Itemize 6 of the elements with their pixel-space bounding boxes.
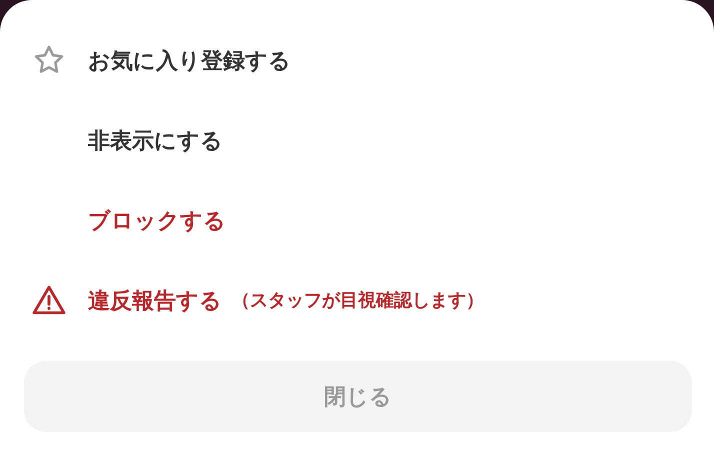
menu-item[interactable]: お気に入り登録する: [88, 44, 291, 76]
menu-item-note: （スタッフが目視確認します）: [232, 288, 484, 312]
menu-item[interactable]: 違反報告する: [88, 284, 222, 316]
menu-item[interactable]: 非表示にする: [88, 124, 223, 156]
menu-item[interactable]: ブロックする: [88, 204, 226, 236]
warning-icon: [32, 284, 66, 316]
